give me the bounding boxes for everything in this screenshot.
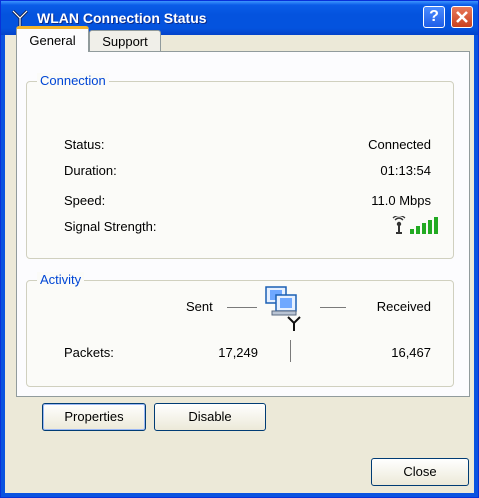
status-value: Connected xyxy=(368,137,431,152)
properties-button[interactable]: Properties xyxy=(42,403,146,431)
window-close-button[interactable] xyxy=(451,6,473,28)
signal-strength-icon xyxy=(392,216,438,234)
packets-sent-value: 17,249 xyxy=(218,345,258,360)
disable-button[interactable]: Disable xyxy=(154,403,266,431)
help-icon: ? xyxy=(429,8,439,25)
window-title: WLAN Connection Status xyxy=(37,10,207,26)
speed-value: 11.0 Mbps xyxy=(371,193,431,208)
close-icon xyxy=(456,11,468,23)
activity-group: Activity xyxy=(26,272,454,387)
packets-received-value: 16,467 xyxy=(391,345,431,360)
tab-general-label: General xyxy=(29,33,76,48)
status-label: Status: xyxy=(64,137,105,152)
tab-support[interactable]: Support xyxy=(89,30,161,52)
packets-divider xyxy=(290,340,291,362)
help-button[interactable]: ? xyxy=(423,6,445,28)
duration-value: 01:13:54 xyxy=(380,163,431,178)
sent-label: Sent xyxy=(186,299,213,314)
duration-label: Duration: xyxy=(64,163,117,178)
network-computers-icon xyxy=(265,286,301,331)
connection-group-title: Connection xyxy=(37,73,109,88)
close-button[interactable]: Close xyxy=(371,458,469,486)
speed-label: Speed: xyxy=(64,193,106,208)
packets-label: Packets: xyxy=(64,345,114,360)
signal-strength-label: Signal Strength: xyxy=(64,219,157,234)
tab-support-label: Support xyxy=(102,34,148,49)
tab-general[interactable]: General xyxy=(16,26,89,52)
sent-connector-line xyxy=(227,307,257,308)
received-label: Received xyxy=(376,299,431,314)
activity-group-title: Activity xyxy=(37,272,85,287)
